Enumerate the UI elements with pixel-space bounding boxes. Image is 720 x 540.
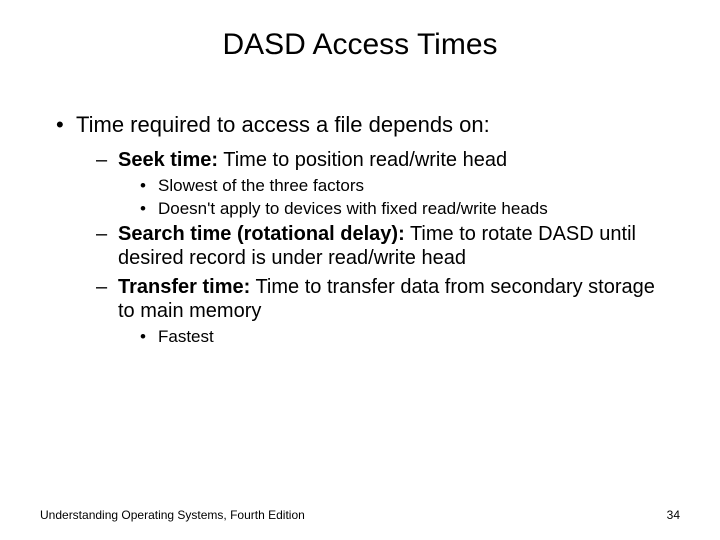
bullet-main: Time required to access a file depends o…	[54, 112, 666, 138]
footer-left: Understanding Operating Systems, Fourth …	[40, 508, 305, 522]
bullet-seek-sub1: Slowest of the three factors	[54, 176, 666, 197]
search-label: Search time (rotational delay):	[118, 223, 405, 245]
page-number: 34	[667, 508, 680, 522]
seek-text: Time to position read/write head	[218, 149, 507, 171]
slide-title: DASD Access Times	[40, 28, 680, 62]
bullet-seek: Seek time: Time to position read/write h…	[54, 148, 666, 172]
footer: Understanding Operating Systems, Fourth …	[40, 508, 680, 522]
bullet-transfer-sub1: Fastest	[54, 327, 666, 348]
bullet-search: Search time (rotational delay): Time to …	[54, 222, 666, 271]
slide-content: Time required to access a file depends o…	[40, 112, 680, 348]
seek-label: Seek time:	[118, 149, 218, 171]
transfer-label: Transfer time:	[118, 276, 250, 298]
bullet-transfer: Transfer time: Time to transfer data fro…	[54, 275, 666, 324]
slide: DASD Access Times Time required to acces…	[0, 0, 720, 540]
bullet-seek-sub2: Doesn't apply to devices with fixed read…	[54, 199, 666, 220]
